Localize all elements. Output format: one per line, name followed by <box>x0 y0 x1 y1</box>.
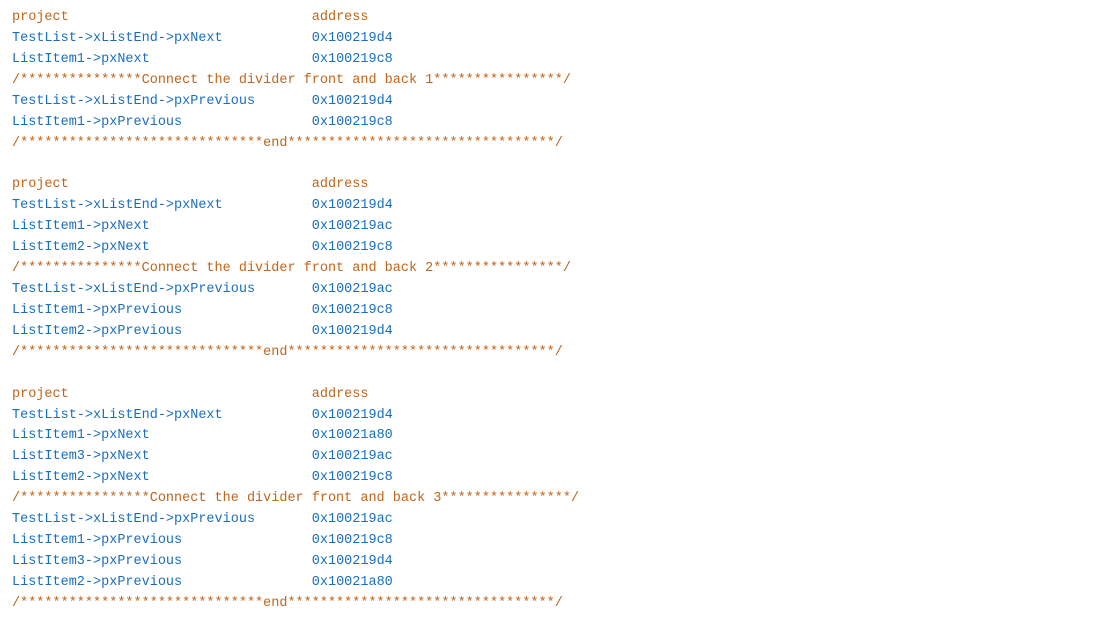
data-col1: ListItem2->pxPrevious <box>12 575 182 590</box>
code-line: /******************************end******… <box>12 343 1103 364</box>
data-col2: 0x100219c8 <box>312 533 393 548</box>
data-col1: ListItem1->pxPrevious <box>12 303 182 318</box>
code-line: ListItem1->pxNext 0x100219ac <box>12 217 1103 238</box>
data-col1: ListItem1->pxPrevious <box>12 533 182 548</box>
data-gap <box>255 512 312 527</box>
comment-end-text: /******************************end******… <box>12 345 563 360</box>
code-line <box>12 154 1103 175</box>
data-col2: 0x100219c8 <box>312 115 393 130</box>
code-line: ListItem1->pxNext 0x10021a80 <box>12 426 1103 447</box>
data-col1: TestList->xListEnd->pxPrevious <box>12 512 255 527</box>
data-gap <box>182 533 312 548</box>
data-gap <box>255 94 312 109</box>
data-gap <box>182 575 312 590</box>
code-line: ListItem1->pxPrevious 0x100219c8 <box>12 531 1103 552</box>
data-col1: ListItem2->pxPrevious <box>12 324 182 339</box>
data-col2: 0x100219ac <box>312 512 393 527</box>
data-col1: TestList->xListEnd->pxNext <box>12 31 223 46</box>
code-line: ListItem2->pxNext 0x100219c8 <box>12 468 1103 489</box>
code-line: TestList->xListEnd->pxNext 0x100219d4 <box>12 406 1103 427</box>
data-col1: ListItem2->pxNext <box>12 240 150 255</box>
data-col2: 0x100219d4 <box>312 198 393 213</box>
code-line: TestList->xListEnd->pxPrevious 0x100219d… <box>12 92 1103 113</box>
code-line: project address <box>12 8 1103 29</box>
code-line: TestList->xListEnd->pxPrevious 0x100219a… <box>12 510 1103 531</box>
data-col1: ListItem2->pxNext <box>12 470 150 485</box>
header-col1: project <box>12 387 69 402</box>
data-col2: 0x100219d4 <box>312 408 393 423</box>
code-line: /***************Connect the divider fron… <box>12 71 1103 92</box>
data-gap <box>182 554 312 569</box>
code-line: ListItem2->pxNext 0x100219c8 <box>12 238 1103 259</box>
header-col2: address <box>312 387 369 402</box>
data-col2: 0x100219ac <box>312 219 393 234</box>
data-gap <box>150 240 312 255</box>
data-col2: 0x100219c8 <box>312 52 393 67</box>
data-gap <box>150 449 312 464</box>
data-col2: 0x100219d4 <box>312 554 393 569</box>
code-line: ListItem3->pxPrevious 0x100219d4 <box>12 552 1103 573</box>
code-line: project address <box>12 175 1103 196</box>
data-gap <box>223 31 312 46</box>
data-col2: 0x100219c8 <box>312 240 393 255</box>
data-col1: TestList->xListEnd->pxPrevious <box>12 282 255 297</box>
data-col2: 0x100219d4 <box>312 94 393 109</box>
header-col1: project <box>12 10 69 25</box>
data-col2: 0x10021a80 <box>312 575 393 590</box>
data-gap <box>223 408 312 423</box>
data-gap <box>223 198 312 213</box>
data-gap <box>150 470 312 485</box>
data-gap <box>150 52 312 67</box>
data-col2: 0x100219c8 <box>312 303 393 318</box>
code-line: ListItem1->pxPrevious 0x100219c8 <box>12 301 1103 322</box>
data-col1: ListItem1->pxNext <box>12 52 150 67</box>
data-gap <box>150 428 312 443</box>
data-col2: 0x10021a80 <box>312 428 393 443</box>
header-gap <box>69 10 312 25</box>
comment-end-text: /******************************end******… <box>12 136 563 151</box>
comment-text: /****************Connect the divider fro… <box>12 491 579 506</box>
code-line: ListItem1->pxPrevious 0x100219c8 <box>12 113 1103 134</box>
comment-text: /***************Connect the divider fron… <box>12 73 571 88</box>
code-line: TestList->xListEnd->pxNext 0x100219d4 <box>12 196 1103 217</box>
data-col1: TestList->xListEnd->pxPrevious <box>12 94 255 109</box>
data-col1: ListItem3->pxNext <box>12 449 150 464</box>
data-col2: 0x100219ac <box>312 449 393 464</box>
data-gap <box>182 115 312 130</box>
code-line: ListItem2->pxPrevious 0x100219d4 <box>12 322 1103 343</box>
data-col2: 0x100219d4 <box>312 324 393 339</box>
header-gap <box>69 387 312 402</box>
data-gap <box>150 219 312 234</box>
data-gap <box>182 324 312 339</box>
data-col2: 0x100219c8 <box>312 470 393 485</box>
header-col2: address <box>312 177 369 192</box>
comment-end-text: /******************************end******… <box>12 596 563 611</box>
code-display: project addressTestList->xListEnd->pxNex… <box>12 8 1103 615</box>
code-line: ListItem3->pxNext 0x100219ac <box>12 447 1103 468</box>
data-col1: ListItem3->pxPrevious <box>12 554 182 569</box>
data-col1: ListItem1->pxNext <box>12 219 150 234</box>
data-col1: TestList->xListEnd->pxNext <box>12 408 223 423</box>
code-line: ListItem2->pxPrevious 0x10021a80 <box>12 573 1103 594</box>
data-col1: TestList->xListEnd->pxNext <box>12 198 223 213</box>
comment-text: /***************Connect the divider fron… <box>12 261 571 276</box>
data-col2: 0x100219ac <box>312 282 393 297</box>
header-col2: address <box>312 10 369 25</box>
code-line: /****************Connect the divider fro… <box>12 489 1103 510</box>
data-col2: 0x100219d4 <box>312 31 393 46</box>
code-line: TestList->xListEnd->pxNext 0x100219d4 <box>12 29 1103 50</box>
code-line <box>12 364 1103 385</box>
data-gap <box>255 282 312 297</box>
code-line: project address <box>12 385 1103 406</box>
code-line: ListItem1->pxNext 0x100219c8 <box>12 50 1103 71</box>
code-line: TestList->xListEnd->pxPrevious 0x100219a… <box>12 280 1103 301</box>
data-gap <box>182 303 312 318</box>
header-col1: project <box>12 177 69 192</box>
code-line: /******************************end******… <box>12 134 1103 155</box>
data-col1: ListItem1->pxNext <box>12 428 150 443</box>
header-gap <box>69 177 312 192</box>
data-col1: ListItem1->pxPrevious <box>12 115 182 130</box>
code-line: /******************************end******… <box>12 594 1103 615</box>
code-line: /***************Connect the divider fron… <box>12 259 1103 280</box>
